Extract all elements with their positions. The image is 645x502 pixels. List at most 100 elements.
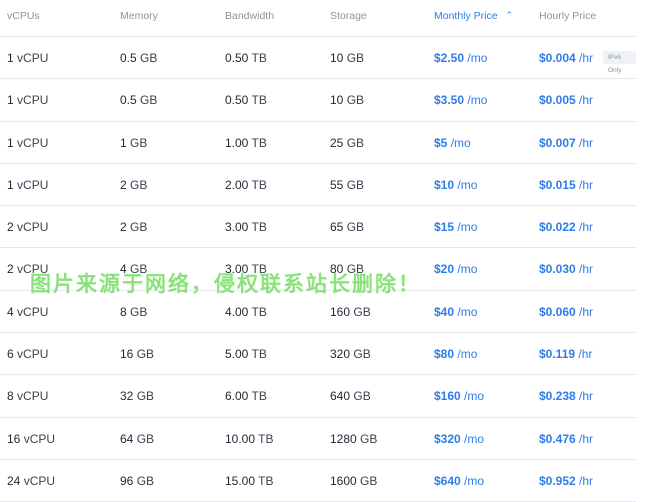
storage-cell-unit: GB (353, 347, 371, 362)
hourly-price-cell-unit: /hr (579, 220, 594, 235)
hourly-price-cell-value: $0.060 (539, 304, 576, 319)
bandwidth-cell-unit: TB (251, 177, 267, 192)
memory-cell-value: 96 (120, 473, 134, 488)
monthly-price-cell-unit: /mo (457, 220, 478, 235)
storage-cell-value: 10 (330, 93, 344, 108)
table-row[interactable]: 16 vCPU 64 GB 10.00 TB 1280 GB $320 /mo $0.47… (0, 418, 636, 460)
monthly-price-cell: $2.50 /mo (434, 51, 487, 65)
vcpu-cell-unit: vCPU (17, 51, 49, 65)
monthly-price-cell-value: $5 (434, 135, 448, 150)
hourly-price-cell: $0.238 /hr (539, 389, 593, 403)
table-row[interactable]: 1 vCPU 1 GB 1.00 TB 25 GB $5 /mo $0.007 /hr (0, 122, 636, 164)
vcpu-cell-value: 16 (7, 431, 21, 446)
bandwidth-cell-value: 15.00 (225, 473, 256, 488)
table-row[interactable]: 6 vCPU 16 GB 5.00 TB 320 GB $80 /mo $0.119 /h… (0, 333, 636, 376)
vcpu-cell-value: 8 (7, 389, 14, 404)
storage-cell-unit: GB (346, 93, 365, 108)
bandwidth-cell-unit: TB (251, 135, 267, 150)
vcpu-cell-value: 24 (7, 473, 21, 488)
table-row[interactable]: 2 vCPU 2 GB 3.00 TB 65 GB $15 /mo $0.022 /hr (0, 206, 636, 249)
vcpu-cell: 1 vCPU (7, 136, 48, 150)
table-row[interactable]: 1 vCPU 2 GB 2.00 TB 55 GB $10 /mo $0.015 /hr (0, 164, 636, 207)
storage-cell-unit: GB (346, 135, 365, 150)
vcpu-cell: 2 vCPU (7, 220, 48, 234)
storage-cell-unit: GB (360, 473, 378, 488)
bandwidth-cell: 5.00 TB (225, 347, 267, 361)
vcpu-cell: 24 vCPU (7, 474, 55, 488)
bandwidth-cell-unit: TB (258, 431, 274, 446)
chevron-up-icon[interactable]: ⌃ (506, 10, 514, 21)
bandwidth-cell: 10.00 TB (225, 432, 274, 446)
memory-cell-value: 2 (120, 220, 127, 235)
monthly-price-cell: $80 /mo (434, 347, 477, 361)
bandwidth-cell-unit: TB (251, 220, 267, 235)
monthly-price-cell: $5 /mo (434, 136, 471, 150)
memory-cell-unit: GB (140, 93, 158, 108)
bandwidth-cell-unit: TB (258, 473, 274, 488)
vcpu-cell-unit: vCPU (17, 93, 49, 108)
memory-cell: 0.5 GB (120, 51, 157, 65)
bandwidth-cell-unit: TB (251, 51, 267, 65)
monthly-price-cell-value: $80 (434, 347, 455, 362)
monthly-price-cell-unit: /mo (467, 93, 488, 108)
bandwidth-cell: 4.00 TB (225, 305, 267, 319)
memory-cell: 16 GB (120, 347, 154, 361)
memory-cell-value: 8 (120, 304, 127, 319)
bandwidth-cell-value: 3.00 (225, 220, 249, 235)
storage-cell-value: 55 (330, 177, 344, 192)
vcpu-cell: 6 vCPU (7, 347, 48, 361)
memory-cell-unit: GB (136, 347, 155, 362)
hourly-price-cell: $0.005 /hr (539, 93, 593, 107)
header-monthly-price[interactable]: Monthly Price ⌃ (434, 10, 513, 22)
hourly-price-cell: $0.015 /hr (539, 178, 593, 192)
monthly-price-cell-value: $640 (434, 473, 461, 488)
table-row[interactable]: 1 vCPU 0.5 GB 0.50 TB 10 GB $3.50 /mo $0.005 … (0, 79, 636, 122)
vcpu-cell-value: 1 (7, 93, 14, 108)
hourly-price-cell-value: $0.952 (539, 473, 576, 488)
memory-cell-value: 1 (120, 135, 127, 150)
bandwidth-cell: 2.00 TB (225, 178, 267, 192)
storage-cell-value: 1600 (330, 473, 357, 488)
header-memory[interactable]: Memory (120, 10, 158, 22)
hourly-price-cell: $0.030 /hr (539, 262, 593, 276)
hourly-price-cell-value: $0.238 (539, 389, 576, 404)
memory-cell-value: 32 (120, 389, 134, 404)
table-row[interactable]: 1 vCPU 0.5 GB 0.50 TB 10 GB $2.50 /mo $0.004 … (0, 37, 636, 80)
hourly-price-cell: $0.476 /hr (539, 432, 593, 446)
storage-cell-value: 1280 (330, 431, 357, 446)
monthly-price-cell-unit: /mo (450, 135, 471, 150)
bandwidth-cell-value: 4.00 (225, 304, 249, 319)
vcpu-cell-value: 6 (7, 347, 14, 362)
header-bandwidth[interactable]: Bandwidth (225, 10, 274, 22)
vcpu-cell-unit: vCPU (17, 347, 49, 362)
memory-cell-value: 16 (120, 347, 134, 362)
storage-cell-value: 65 (330, 220, 344, 235)
storage-cell: 65 GB (330, 220, 364, 234)
monthly-price-cell: $3.50 /mo (434, 93, 487, 107)
monthly-price-cell: $10 /mo (434, 178, 477, 192)
memory-cell: 0.5 GB (120, 93, 157, 107)
vcpu-cell-unit: vCPU (17, 304, 49, 319)
memory-cell: 8 GB (120, 305, 147, 319)
memory-cell-unit: GB (140, 51, 158, 65)
hourly-price-cell-value: $0.004 (539, 51, 576, 65)
monthly-price-cell-unit: /mo (457, 304, 478, 319)
vcpu-cell-unit: vCPU (17, 135, 49, 150)
hourly-price-cell-unit: /hr (578, 347, 593, 362)
table-row[interactable]: 8 vCPU 32 GB 6.00 TB 640 GB $160 /mo $0.238 /… (0, 375, 636, 418)
monthly-price-cell-unit: /mo (464, 389, 485, 404)
hourly-price-cell-value: $0.119 (539, 347, 576, 362)
header-vcpus[interactable]: vCPUs (7, 10, 40, 22)
monthly-price-cell-value: $40 (434, 304, 455, 319)
hourly-price-cell-value: $0.007 (539, 135, 576, 150)
header-hourly-price[interactable]: Hourly Price (539, 10, 596, 22)
header-storage[interactable]: Storage (330, 10, 367, 22)
hourly-price-cell: $0.022 /hr (539, 220, 593, 234)
storage-cell-unit: GB (360, 431, 378, 446)
storage-cell: 10 GB (330, 93, 364, 107)
storage-cell-value: 640 (330, 389, 351, 404)
table-row[interactable]: 24 vCPU 96 GB 15.00 TB 1600 GB $640 /mo $0.95… (0, 460, 636, 502)
memory-cell: 32 GB (120, 389, 154, 403)
hourly-price-cell-unit: /hr (579, 262, 594, 277)
monthly-price-cell: $15 /mo (434, 220, 477, 234)
